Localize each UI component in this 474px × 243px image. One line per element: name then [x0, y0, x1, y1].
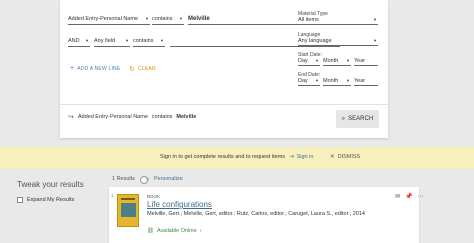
- chevron-down-icon: ▼: [346, 78, 350, 83]
- operator-select-1-value: contains: [152, 15, 173, 22]
- book-cover-thumbnail[interactable]: [117, 194, 139, 227]
- summary-operator: contains: [151, 114, 173, 120]
- start-day-value: Day: [298, 57, 308, 64]
- chevron-down-icon: ▼: [373, 38, 377, 43]
- personalize-toggle[interactable]: [139, 176, 149, 184]
- add-new-line-link[interactable]: + ADD A NEW LINE: [70, 65, 120, 72]
- banner-message: Sign in to get complete results and to r…: [160, 154, 286, 160]
- chevron-down-icon: ▼: [315, 58, 319, 63]
- pin-icon[interactable]: 📌: [405, 193, 412, 200]
- summary-field: Added Entry-Personal Name: [77, 114, 148, 120]
- end-month-value: Month: [323, 77, 339, 84]
- material-type-select[interactable]: All items ▼: [298, 15, 378, 25]
- language-value: Any language: [298, 37, 332, 44]
- refresh-icon: ↻: [129, 66, 136, 73]
- chevron-down-icon: ▼: [145, 16, 149, 21]
- field-select-1-value: Added Entry-Personal Name: [68, 15, 139, 22]
- search-button-label: SEARCH: [348, 116, 374, 122]
- chevron-down-icon: ▼: [125, 38, 129, 43]
- result-actions: ✉ 📌 ⋯: [395, 193, 424, 200]
- operator-select-2-value: contains: [133, 37, 154, 44]
- start-month-value: Month: [323, 57, 339, 64]
- material-type-value: All items: [298, 16, 319, 23]
- start-year-input[interactable]: Year: [354, 56, 378, 66]
- email-icon[interactable]: ✉: [395, 193, 400, 200]
- more-icon[interactable]: ⋯: [418, 193, 424, 200]
- search-button[interactable]: ⌕ SEARCH: [336, 110, 379, 128]
- query-summary: ↪ Added Entry-Personal Name contains Mel…: [68, 113, 196, 121]
- result-title[interactable]: Life configurations: [147, 200, 212, 209]
- advanced-search-panel: Added Entry-Personal Name ▼ contains ▼ M…: [60, 0, 388, 138]
- panel-divider: [60, 104, 388, 105]
- expand-results-option[interactable]: Expand My Results: [17, 197, 74, 203]
- end-month-select[interactable]: Month ▼: [323, 76, 351, 86]
- boolean-select-2[interactable]: AND ▼: [68, 35, 90, 47]
- end-day-select[interactable]: Day ▼: [298, 76, 320, 86]
- start-month-select[interactable]: Month ▼: [323, 56, 351, 66]
- search-icon: ⌕: [341, 115, 346, 122]
- results-count: 1 Results: [112, 176, 135, 182]
- summary-value: Melville: [176, 114, 197, 120]
- end-year-input[interactable]: Year: [354, 76, 378, 86]
- clear-link[interactable]: ↻ CLEAR: [129, 65, 156, 73]
- end-day-value: Day: [298, 77, 308, 84]
- chevron-down-icon: ▼: [373, 17, 377, 22]
- result-card[interactable]: 1 BOOK Life configurations Melville, Ger…: [109, 187, 424, 243]
- sign-in-link[interactable]: ⇥ Sign in: [289, 154, 313, 160]
- result-type: BOOK: [147, 194, 161, 199]
- personalize-label: Personalize: [153, 176, 183, 182]
- chevron-down-icon: ▼: [346, 58, 350, 63]
- chevron-down-icon: ▼: [160, 38, 164, 43]
- add-new-line-label: ADD A NEW LINE: [77, 65, 121, 72]
- result-authors: Melville, Gert.; Melville, Gert, editor.…: [147, 211, 365, 217]
- close-icon: ✕: [330, 154, 335, 160]
- facets-title: Tweak your results: [17, 180, 84, 189]
- chevron-down-icon: ▼: [315, 78, 319, 83]
- expand-results-checkbox[interactable]: [17, 197, 23, 203]
- language-select[interactable]: Any language ▼: [298, 36, 378, 46]
- dismiss-label: DISMISS: [337, 154, 361, 160]
- link-icon: ⛓: [147, 228, 154, 234]
- availability-link[interactable]: ⛓ Available Online ›: [147, 228, 201, 234]
- operator-select-1[interactable]: contains ▼: [152, 13, 184, 25]
- boolean-select-2-value: AND: [68, 37, 80, 44]
- chevron-down-icon: ▼: [85, 38, 89, 43]
- arrow-right-icon: ↪: [68, 114, 74, 121]
- dismiss-button[interactable]: ✕ DISMISS: [330, 154, 360, 160]
- results-bar: 1 Results Personalize: [112, 176, 183, 184]
- result-number: 1: [111, 193, 114, 198]
- clear-label: CLEAR: [138, 66, 156, 72]
- field-select-2[interactable]: Any field ▼: [94, 35, 130, 47]
- availability-label: Available Online: [156, 228, 197, 234]
- chevron-down-icon: ▼: [179, 16, 183, 21]
- operator-select-2[interactable]: contains ▼: [133, 35, 165, 47]
- start-day-select[interactable]: Day ▼: [298, 56, 320, 66]
- plus-icon: +: [70, 65, 75, 72]
- sign-in-label: Sign in: [296, 154, 314, 160]
- expand-results-label: Expand My Results: [27, 197, 75, 203]
- field-select-2-value: Any field: [94, 37, 116, 44]
- sign-in-icon: ⇥: [289, 154, 294, 160]
- chevron-right-icon: ›: [199, 228, 202, 234]
- field-select-1[interactable]: Added Entry-Personal Name ▼: [68, 13, 150, 25]
- sign-in-banner: Sign in to get complete results and to r…: [0, 147, 474, 169]
